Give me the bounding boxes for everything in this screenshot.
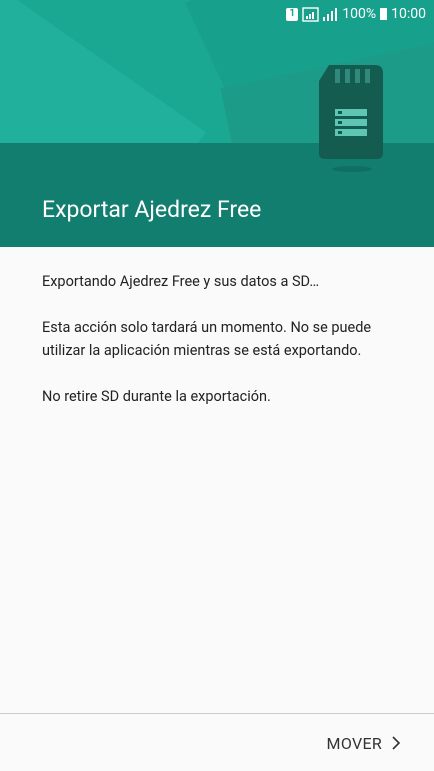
page-title: Exportar Ajedrez Free xyxy=(42,196,262,223)
header: 1 100% 10:00 Exportar Ajedrez Free xyxy=(0,0,434,247)
mover-button[interactable]: MOVER xyxy=(327,726,402,760)
chevron-right-icon xyxy=(392,736,401,750)
wifi-calling-icon xyxy=(302,6,319,22)
clock: 10:00 xyxy=(391,6,426,22)
decorative-facet xyxy=(0,0,206,143)
mover-button-label: MOVER xyxy=(326,733,382,753)
sd-card-icon xyxy=(317,63,387,177)
signal-icon xyxy=(323,7,338,21)
export-warning-text: No retire SD durante la exportación. xyxy=(42,388,271,405)
battery-percentage: 100% xyxy=(342,6,377,22)
status-bar: 1 100% 10:00 xyxy=(286,4,426,24)
export-progress-text: Exportando Ajedrez Free y sus datos a SD… xyxy=(42,273,320,290)
footer-divider xyxy=(0,713,434,714)
battery-icon xyxy=(380,8,388,20)
dialog-content: Exportando Ajedrez Free y sus datos a SD… xyxy=(42,270,392,431)
export-info-text: Esta acción solo tardará un momento. No … xyxy=(42,319,372,359)
sim-slot-icon: 1 xyxy=(286,7,299,21)
